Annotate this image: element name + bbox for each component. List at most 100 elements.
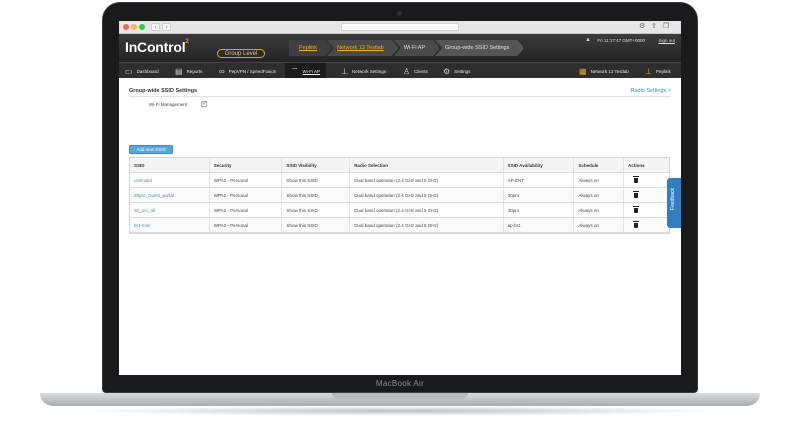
breadcrumb-network[interactable]: Network 13 Testlab [327,40,399,56]
column-header: SSID Availability [504,158,575,172]
wifi-icon: ⌔ [291,66,299,75]
link-icon: ∞ [219,66,225,76]
table-row: 30pro_Guest_portal WPA2 - Personal Show … [130,188,669,203]
actions-cell [624,203,669,217]
ssid-link[interactable]: 30_pro_all [130,203,210,217]
divider [129,96,671,97]
menu-label: Peplink [655,68,671,74]
laptop-shadow [70,406,730,416]
wifi-management-label: Wi-Fi Management [149,102,188,107]
ssid-link[interactable]: br1-mini [130,218,210,232]
logo-superscript: 2 [185,39,189,45]
table-row: br1-mini WPA2 - Personal Show this SSID … [130,218,669,233]
forward-button[interactable]: › [162,23,171,31]
breadcrumb-wifi-ap[interactable]: Wi-Fi AP [394,40,440,56]
actions-cell [624,188,669,202]
ssid-link[interactable]: 30pro_Guest_portal [130,188,210,202]
column-header: Security [210,158,283,172]
menu-label: Network Settings [351,68,386,74]
menu-item-organization[interactable]: ⊥ Peplink [645,63,671,79]
table-cell: Show this SSID [282,173,351,187]
column-header: Radio Selection [350,158,504,172]
table-cell: WPA2 - Personal [210,218,283,232]
column-header: Schedule [574,158,625,172]
menu-item-reports[interactable]: ▤ Reports [175,63,202,79]
table-cell: Show this SSID [282,203,351,217]
menu-label: Network 13 Testlab [590,68,629,74]
menu-label: Wi-Fi AP [302,68,321,74]
gear-icon[interactable]: ⚙ [639,23,645,31]
menu-item-pepvpn[interactable]: ∞ PepVPN / SpeedFusion [219,63,276,79]
trash-icon[interactable] [633,206,640,213]
address-bar[interactable] [341,23,459,31]
breadcrumb-current: Group-wide SSID Settings [435,40,524,56]
close-window-icon[interactable] [123,24,129,30]
menu-item-clients[interactable]: ♙ Clients [403,63,428,79]
app-header: InControl2 Group Level Peplink Network 1… [119,34,681,62]
sign-out-link[interactable]: Sign out [658,38,675,43]
menu-label: Clients [414,68,428,74]
device-label: MacBook Air [375,379,425,388]
bell-icon[interactable]: ▲ [585,37,591,43]
table-cell: WPA2 - Personal [210,173,283,187]
table-cell: Always on [574,188,625,202]
laptop-frame: ‹ › ⚙ ⇪ ❐ InControl2 Group Level Peplink… [0,0,800,425]
grid-icon: ▦ [579,66,587,76]
table-cell: Show this SSID [282,218,351,232]
main-content: Group-wide SSID Settings Radio Settings … [119,78,681,375]
menu-label: Settings [454,68,471,74]
ssid-link[interactable]: unlimited [130,173,210,187]
table-cell: ap-br1 [504,218,575,232]
table-cell: Dual band operation (2.4 GHz and 5 GHz) [350,188,504,202]
table-cell: WPA2 - Personal [210,203,283,217]
group-level-badge[interactable]: Group Level [217,49,265,58]
menu-item-settings[interactable]: ⚙ Settings [443,63,470,79]
maximize-window-icon[interactable] [139,24,145,30]
minimize-window-icon[interactable] [131,24,137,30]
menu-label: Dashboard [136,68,159,74]
breadcrumb: Peplink Network 13 Testlab Wi-Fi AP Grou… [289,40,524,56]
column-header: SSID [130,158,210,172]
add-ssid-button[interactable]: Add new SSID [129,145,173,154]
column-header: Actions [628,163,645,168]
camera-icon [397,11,402,16]
table-cell: Always on [574,218,625,232]
actions-cell [624,173,669,187]
clock: Fri 11:17:47 GMT+0000 [597,38,645,43]
wifi-management-checkbox[interactable]: ✓ [201,101,207,107]
table-header-row: SSID Security SSID Visibility Radio Sele… [130,158,669,173]
radio-settings-link[interactable]: Radio Settings > [630,88,671,94]
trash-icon[interactable] [633,191,640,198]
trash-icon[interactable] [633,176,640,183]
menu-item-wifi-ap[interactable]: ⌔ Wi-Fi AP [285,63,327,79]
network-icon: ⊥ [341,66,348,76]
main-menu: ▭ Dashboard ▤ Reports ∞ PepVPN / SpeedFusio… [119,62,681,79]
monitor-icon: ▭ [125,66,133,76]
browser-toolbar: ‹ › ⚙ ⇪ ❐ [119,21,681,34]
feedback-tab[interactable]: Feedback [667,178,681,228]
trash-icon[interactable] [633,221,640,228]
feedback-label: Feedback [670,188,676,210]
table-cell: 30pro [504,203,575,217]
tabs-icon[interactable]: ❐ [663,23,669,31]
menu-item-network-settings[interactable]: ⊥ Network Settings [341,63,386,79]
table-cell: Always on [574,173,625,187]
user-icon: ♙ [403,66,411,76]
breadcrumb-peplink[interactable]: Peplink [289,40,332,56]
back-button[interactable]: ‹ [151,23,160,31]
menu-item-dashboard[interactable]: ▭ Dashboard [125,63,159,79]
menu-item-network-group[interactable]: ▦ Network 13 Testlab [579,63,629,79]
table-cell: Dual band operation (2.4 GHz and 5 GHz) [350,203,504,217]
gear-icon: ⚙ [443,66,451,76]
ssid-table: SSID Security SSID Visibility Radio Sele… [129,157,670,234]
app-logo[interactable]: InControl2 [125,39,189,55]
table-cell: WPA2 - Personal [210,188,283,202]
report-icon: ▤ [175,66,183,76]
menu-label: PepVPN / SpeedFusion [228,68,277,74]
screen: ‹ › ⚙ ⇪ ❐ InControl2 Group Level Peplink… [119,21,681,375]
share-icon[interactable]: ⇪ [651,23,657,31]
table-row: 30_pro_all WPA2 - Personal Show this SSI… [130,203,669,218]
menu-label: Reports [186,68,203,74]
table-cell: Show this SSID [282,188,351,202]
organization-icon: ⊥ [645,66,652,76]
